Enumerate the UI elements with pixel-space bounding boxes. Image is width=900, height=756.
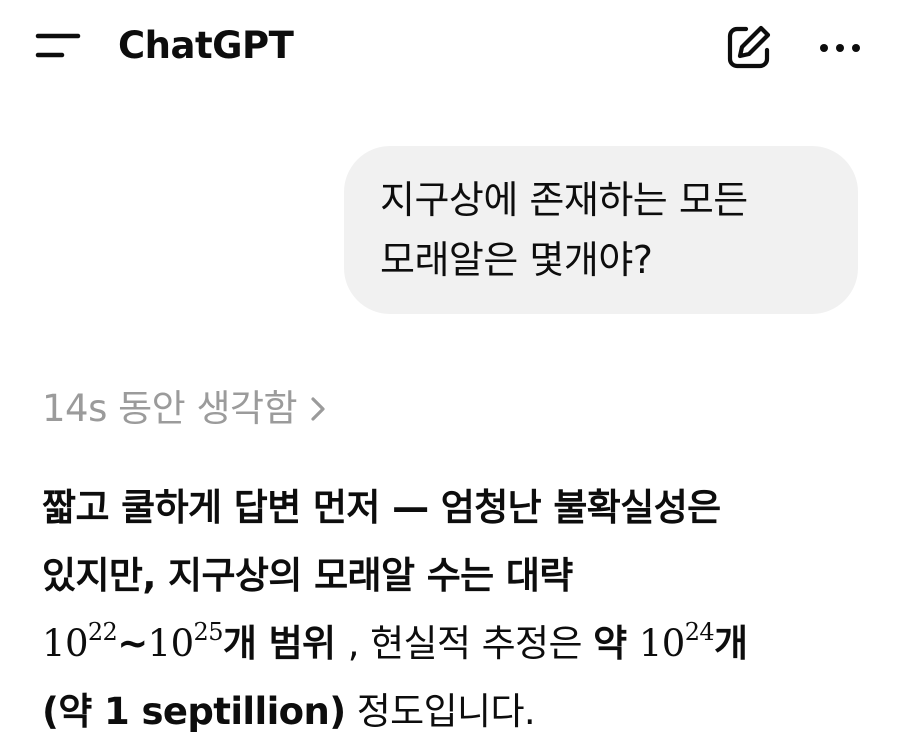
answer-closing: 정도입니다. xyxy=(345,690,536,733)
realistic-estimate: 약 1024개 xyxy=(593,618,748,665)
range-estimate: 1022~1025개 범위 xyxy=(42,618,348,665)
range-low-value: 1022 xyxy=(42,618,118,665)
top-bar: ChatGPT xyxy=(0,0,900,96)
menu-icon xyxy=(35,33,81,58)
septillion-note: (약 1 septillion) xyxy=(42,690,346,733)
range-separator: ~ xyxy=(117,622,148,665)
new-chat-edit-icon xyxy=(727,25,771,69)
range-suffix: 개 범위 xyxy=(222,622,336,665)
user-message-line: 지구상에 존재하는 모든 xyxy=(380,178,748,222)
answer-line: (약 1 septillion) 정도입니다. xyxy=(42,678,872,746)
thinking-label: 14s 동안 생각함 xyxy=(42,387,298,430)
answer-connector: , 현실적 추정은 xyxy=(347,622,594,665)
answer-line: 1022~1025개 범위 , 현실적 추정은 약 1024개 xyxy=(42,610,872,678)
user-message-line: 모래알은 몇개야? xyxy=(380,238,653,282)
thinking-duration-toggle[interactable]: 14s 동안 생각함 xyxy=(42,384,327,434)
answer-line: 있지만, 지구상의 모래알 수는 대략 xyxy=(42,554,573,597)
estimate-value: 1024 xyxy=(638,618,715,665)
new-chat-button[interactable] xyxy=(724,22,774,72)
chevron-right-icon xyxy=(311,397,325,421)
more-options-icon xyxy=(820,44,860,52)
range-high-value: 1025 xyxy=(147,618,224,665)
assistant-answer: 짧고 쿨하게 답변 먼저 — 엄청난 불확실성은 있지만, 지구상의 모래알 수… xyxy=(42,474,872,746)
answer-line: 짧고 쿨하게 답변 먼저 — 엄청난 불확실성은 xyxy=(42,486,721,529)
app-title: ChatGPT xyxy=(118,24,294,67)
sidebar-menu-button[interactable] xyxy=(30,28,82,64)
user-message-bubble: 지구상에 존재하는 모든 모래알은 몇개야? xyxy=(344,146,858,314)
more-options-button[interactable] xyxy=(816,30,868,66)
